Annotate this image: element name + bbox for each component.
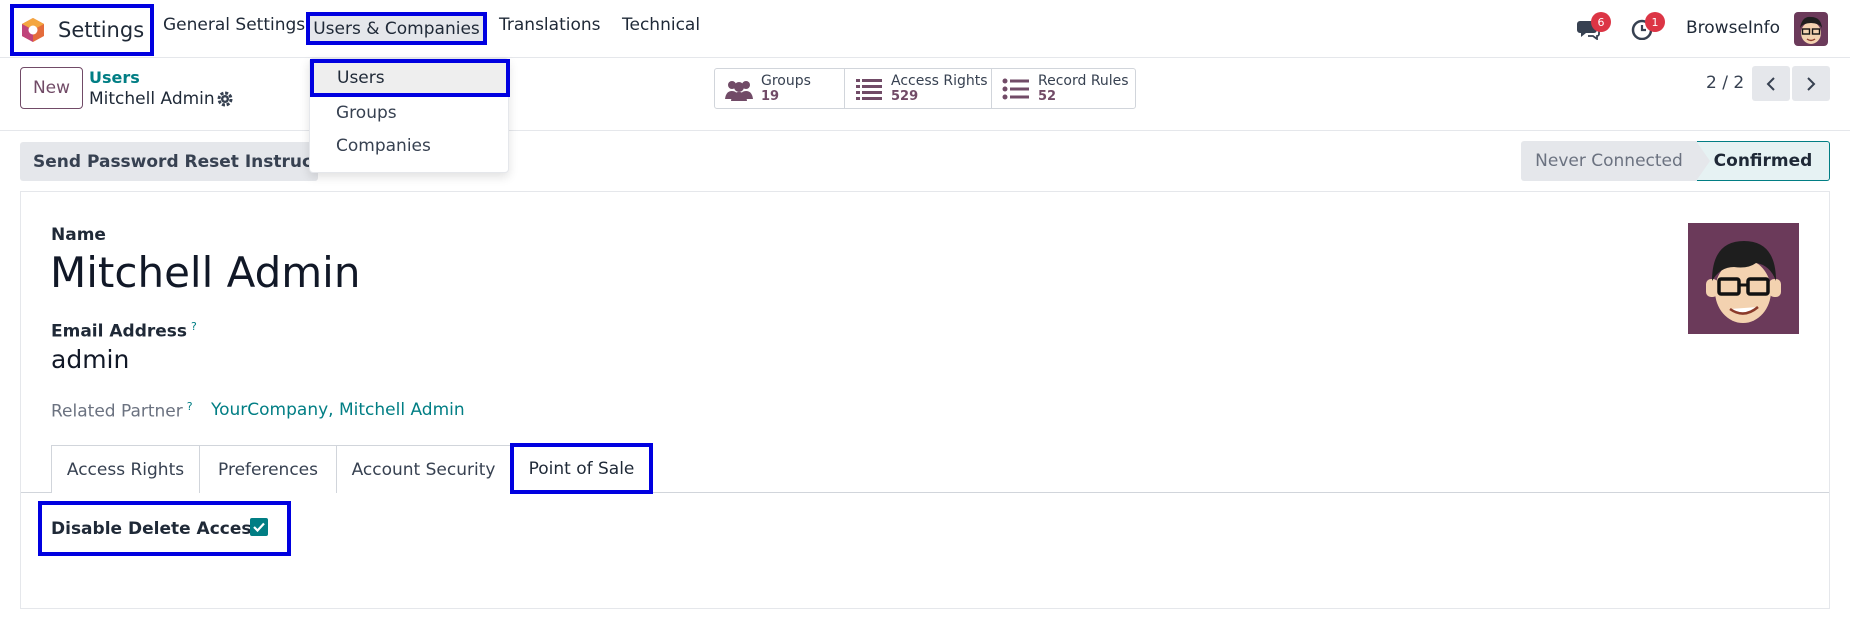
smart-button-label: Groups [761, 72, 811, 89]
email-value[interactable]: admin [51, 345, 129, 374]
chevron-right-icon [1807, 76, 1816, 91]
pager-next-button[interactable] [1792, 66, 1830, 101]
status-bar: Never Connected Confirmed [1521, 141, 1830, 181]
list-icon [1002, 78, 1029, 99]
disable-delete-access-field: Disable Delete Access [38, 501, 291, 556]
smart-button-access-rights[interactable]: Access Rights 529 [845, 69, 992, 108]
smart-button-record-rules[interactable]: Record Rules 52 [992, 69, 1135, 108]
disable-delete-access-label: Disable Delete Access [51, 518, 262, 539]
pager-value[interactable]: 2 / 2 [1706, 73, 1744, 93]
breadcrumb-current: Mitchell Admin [89, 89, 215, 109]
tab-preferences[interactable]: Preferences [199, 445, 337, 493]
gear-icon[interactable] [216, 90, 234, 108]
disable-delete-access-checkbox[interactable] [250, 518, 268, 536]
menu-translations[interactable]: Translations [499, 15, 601, 35]
groups-icon [725, 80, 753, 101]
dropdown-item-groups[interactable]: Groups [336, 103, 397, 123]
control-panel-divider [0, 130, 1850, 131]
avatar-face-icon [1688, 223, 1799, 334]
breadcrumb-users[interactable]: Users [89, 68, 140, 87]
menu-general-settings[interactable]: General Settings [163, 15, 305, 35]
status-confirmed[interactable]: Confirmed [1696, 141, 1830, 181]
name-value[interactable]: Mitchell Admin [50, 248, 360, 297]
users-companies-dropdown: Users Groups Companies [309, 58, 510, 173]
tab-point-of-sale[interactable]: Point of Sale [510, 443, 653, 494]
list-icon [856, 78, 882, 100]
new-button[interactable]: New [20, 67, 83, 109]
checkmark-icon [253, 522, 265, 533]
pager-previous-button[interactable] [1752, 66, 1790, 101]
menu-technical[interactable]: Technical [622, 15, 700, 35]
smart-button-count: 19 [761, 88, 780, 104]
smart-button-label: Record Rules [1038, 72, 1129, 89]
tab-account-security[interactable]: Account Security [336, 445, 511, 493]
email-label: Email Address? [51, 320, 197, 342]
name-label: Name [51, 225, 106, 245]
dropdown-item-users[interactable]: Users [310, 59, 510, 97]
smart-button-count: 529 [891, 88, 919, 104]
app-brand[interactable]: Settings [10, 4, 154, 56]
related-partner-label-text: Related Partner [51, 401, 183, 422]
smart-button-groups[interactable]: Groups 19 [715, 69, 845, 108]
avatar-face-icon [1800, 16, 1822, 44]
odoo-logo-icon [22, 18, 44, 42]
help-icon[interactable]: ? [187, 400, 193, 413]
smart-buttons: Groups 19 Access Rights 529 Record Rules… [714, 68, 1136, 109]
send-password-reset-button[interactable]: Send Password Reset Instructions [20, 142, 360, 181]
smart-button-count: 52 [1038, 88, 1057, 104]
menu-users-companies[interactable]: Users & Companies [306, 12, 487, 45]
related-partner-label: Related Partner? [51, 400, 193, 422]
company-switcher[interactable]: BrowseInfo [1686, 18, 1780, 38]
chevron-left-icon [1766, 76, 1775, 91]
related-partner-link[interactable]: YourCompany, Mitchell Admin [211, 400, 465, 420]
email-label-text: Email Address [51, 321, 188, 342]
messages-badge: 6 [1591, 12, 1611, 32]
smart-button-label: Access Rights [891, 72, 988, 89]
tab-access-rights[interactable]: Access Rights [51, 445, 200, 493]
user-photo[interactable] [1688, 223, 1799, 334]
dropdown-item-companies[interactable]: Companies [336, 136, 431, 156]
status-never-connected[interactable]: Never Connected [1521, 141, 1697, 181]
activities-badge: 1 [1645, 12, 1665, 32]
top-navbar: Settings General Settings Users & Compan… [0, 0, 1850, 58]
help-icon[interactable]: ? [191, 320, 197, 333]
app-title: Settings [58, 18, 145, 42]
user-avatar[interactable] [1794, 12, 1828, 46]
